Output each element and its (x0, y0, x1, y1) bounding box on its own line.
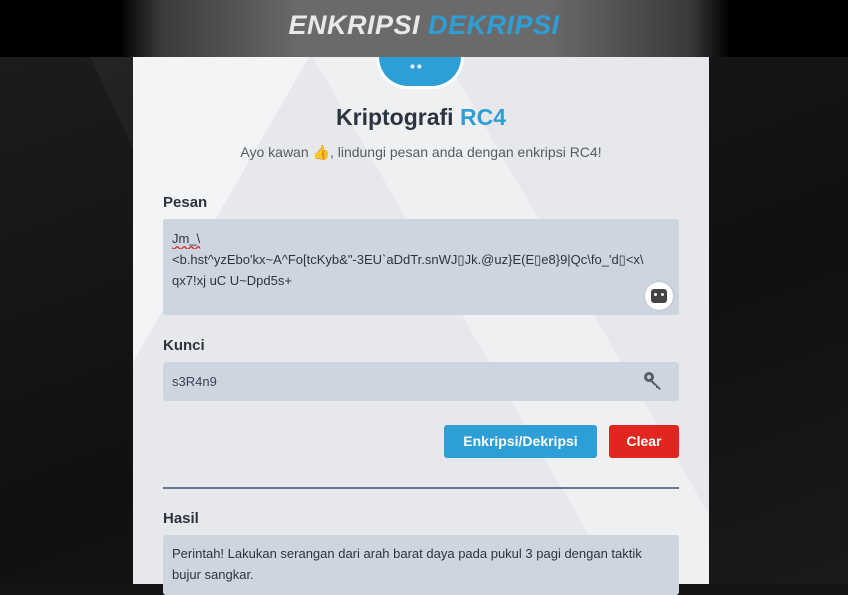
encrypt-decrypt-button[interactable]: Enkripsi/Dekripsi (444, 425, 597, 458)
key-icon (644, 372, 661, 390)
shield-icon: •• (376, 57, 464, 89)
thumbs-up-emoji: 👍 (312, 144, 330, 160)
result-label: Hasil (163, 510, 199, 527)
key-input-value: s3R4n9 (172, 374, 217, 389)
main-card: •• Kriptografi RC4 Ayo kawan 👍, lindungi… (133, 57, 709, 595)
clear-button[interactable]: Clear (609, 425, 679, 458)
message-textarea[interactable]: Jm_\ <b.hst^yzEbo'kx~A^Fo[tcKyb&"-3EU`aD… (163, 219, 679, 315)
grammarly-icon[interactable] (645, 282, 673, 310)
message-line-1: Jm_\ (172, 231, 201, 246)
section-divider (163, 487, 679, 489)
subtitle-text-before: Ayo kawan (240, 144, 309, 160)
key-label: Kunci (163, 337, 205, 354)
key-input[interactable]: s3R4n9 (163, 362, 679, 401)
message-line-2: <b.hst^yzEbo'kx~A^Fo[tcKyb&"-3EU`aDdTr.s… (172, 252, 644, 267)
page-title-main: Kriptografi (336, 104, 454, 130)
top-banner: ENKRIPSI DEKRIPSI (0, 0, 848, 57)
page-title-accent: RC4 (459, 104, 506, 130)
banner-title-part1: ENKRIPSI (288, 10, 420, 40)
message-line-3: qx7!xj uC U~Dpd5s+ (172, 273, 292, 288)
page-subtitle: Ayo kawan 👍, lindungi pesan anda dengan … (133, 144, 709, 161)
message-label: Pesan (163, 194, 208, 211)
subtitle-text-after: , lindungi pesan anda dengan enkripsi RC… (329, 144, 602, 160)
result-output[interactable]: Perintah! Lakukan serangan dari arah bar… (163, 535, 679, 595)
page-title: Kriptografi RC4 (133, 104, 709, 131)
banner-title-part2: DEKRIPSI (428, 10, 560, 40)
banner-title: ENKRIPSI DEKRIPSI (0, 10, 848, 41)
